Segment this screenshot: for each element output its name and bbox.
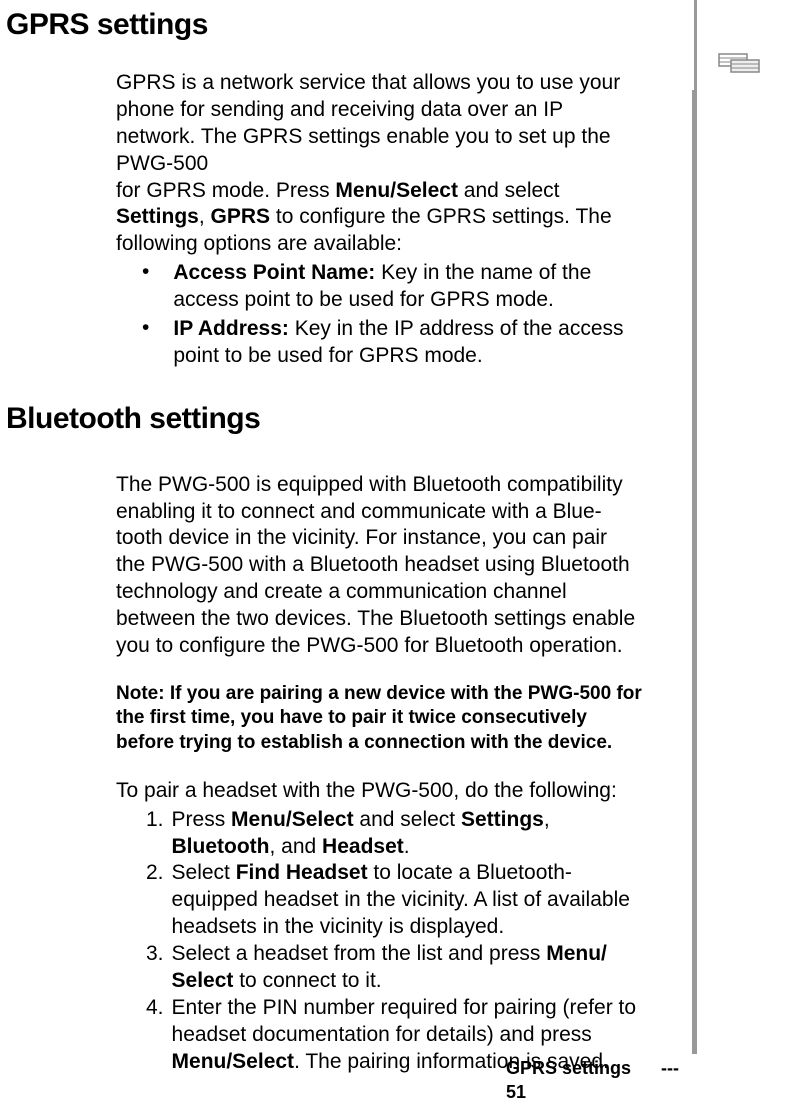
pair-intro: To pair a headset with the PWG-500, do t… [116,778,646,805]
step-text: Select a headset from the list and press… [172,941,646,995]
list-item: 1. Press Menu/Select and select Settings… [146,807,646,861]
footer-dash: --- [661,1058,679,1078]
text: between the two devices. The Bluetooth s… [116,607,635,657]
bullet-text: IP Address: Key in the IP address of the… [173,316,646,370]
label-settings: Settings [116,205,199,228]
page-footer: GPRS settings --- 51 [506,1057,679,1104]
bullet-icon: • [142,260,149,314]
option-title: Access Point Name: [173,261,375,284]
heading-gprs: GPRS settings [6,8,680,42]
text: The PWG-500 is equipped with Bluetooth c… [116,473,623,550]
page-number: 51 [506,1082,526,1102]
step-text: Select Find Headset to locate a Bluetoot… [172,860,646,941]
note-text: Note: If you are pairing a new device wi… [116,682,646,756]
list-item: 2. Select Find Headset to locate a Bluet… [146,860,646,941]
text: and select [458,179,560,202]
text: for GPRS mode. Press [116,179,335,202]
text: GPRS is a network service that allows yo… [116,71,620,175]
label-menu-select: Menu/Select [335,179,458,202]
step-number: 3. [146,941,164,995]
bluetooth-paragraph: The PWG-500 is equipped with Bluetooth c… [116,472,646,660]
step-number: 2. [146,860,164,941]
step-text: Press Menu/Select and select Settings, B… [172,807,646,861]
list-item: 3. Select a headset from the list and pr… [146,941,646,995]
option-title: IP Address: [173,317,289,340]
bullet-text: Access Point Name: Key in the name of th… [173,260,646,314]
pairing-steps-list: 1. Press Menu/Select and select Settings… [146,807,646,1076]
step-number: 1. [146,807,164,861]
bullet-icon: • [142,316,149,370]
text: , [199,205,211,228]
list-item: • Access Point Name: Key in the name of … [142,260,646,314]
page-border-right-inner [692,90,694,1054]
heading-bluetooth: Bluetooth settings [6,402,680,436]
gprs-paragraph: GPRS is a network service that allows yo… [116,70,646,258]
list-item: • IP Address: Key in the IP address of t… [142,316,646,370]
text: the PWG-500 with a Bluetooth headset usi… [116,553,630,603]
gprs-options-list: • Access Point Name: Key in the name of … [142,260,646,370]
page-border-right [694,0,697,1054]
page-margin-icon [717,48,767,76]
step-number: 4. [146,995,164,1076]
footer-title: GPRS settings [506,1058,631,1078]
label-gprs: GPRS [211,205,271,228]
